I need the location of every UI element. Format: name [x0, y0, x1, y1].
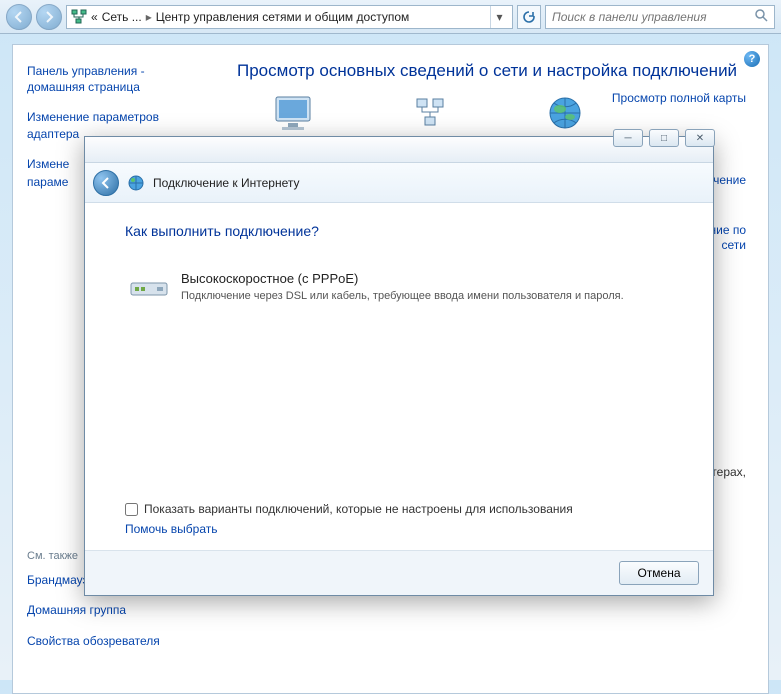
breadcrumb-prefix: « — [91, 10, 98, 24]
dialog-footer-area: Показать варианты подключений, которые н… — [85, 498, 713, 550]
address-dropdown[interactable]: ▾ — [490, 6, 508, 28]
address-bar[interactable]: « Сеть ... ▸ Центр управления сетями и о… — [66, 5, 513, 29]
search-box[interactable] — [545, 5, 775, 29]
connect-dialog: ─ □ ✕ Подключение к Интернету Как выполн… — [84, 136, 714, 596]
sidebar-link-homegroup[interactable]: Домашняя группа — [27, 602, 199, 618]
search-icon — [754, 8, 768, 25]
bg-link-partial[interactable]: сети — [722, 238, 746, 252]
bg-text-partial: терах, — [711, 465, 746, 479]
refresh-button[interactable] — [517, 5, 541, 29]
dialog-button-bar: Отмена — [85, 550, 713, 595]
nav-bar: « Сеть ... ▸ Центр управления сетями и о… — [0, 0, 781, 34]
network-device-icon — [409, 95, 451, 131]
nav-forward-button[interactable] — [36, 4, 62, 30]
dialog-question: Как выполнить подключение? — [125, 223, 673, 239]
maximize-button[interactable]: □ — [649, 129, 679, 147]
window-controls: ─ □ ✕ — [613, 129, 715, 147]
monitor-icon — [272, 95, 314, 131]
option-pppoe[interactable]: Высокоскоростное (с PPPoE) Подключение ч… — [125, 265, 673, 310]
show-options-checkbox-row[interactable]: Показать варианты подключений, которые н… — [125, 502, 673, 516]
dialog-title-text: Подключение к Интернету — [153, 176, 300, 190]
minimize-button[interactable]: ─ — [613, 129, 643, 147]
dialog-titlebar: ─ □ ✕ — [85, 137, 713, 163]
breadcrumb-item[interactable]: Сеть ... — [102, 10, 142, 24]
nav-back-button[interactable] — [6, 4, 32, 30]
help-choose-link[interactable]: Помочь выбрать — [125, 522, 218, 536]
cancel-button[interactable]: Отмена — [619, 561, 699, 585]
network-icon — [71, 9, 87, 25]
internet-connection-icon — [127, 174, 145, 192]
sidebar-home-link[interactable]: Панель управления - домашняя страница — [27, 63, 199, 95]
dialog-back-button[interactable] — [93, 170, 119, 196]
sidebar-link-browser[interactable]: Свойства обозревателя — [27, 633, 199, 649]
breadcrumb-separator: ▸ — [146, 10, 152, 24]
breadcrumb-item[interactable]: Центр управления сетями и общим доступом — [156, 10, 410, 24]
checkbox-label: Показать варианты подключений, которые н… — [144, 502, 573, 516]
modem-icon — [129, 275, 169, 299]
globe-icon — [544, 95, 586, 131]
bg-link-partial[interactable]: ние по — [709, 223, 746, 237]
search-input[interactable] — [552, 10, 748, 24]
page-title: Просмотр основных сведений о сети и наст… — [237, 61, 744, 81]
option-description: Подключение через DSL или кабель, требую… — [181, 289, 624, 304]
dialog-header: Подключение к Интернету — [85, 163, 713, 203]
show-options-checkbox[interactable] — [125, 503, 138, 516]
option-title: Высокоскоростное (с PPPoE) — [181, 271, 624, 286]
dialog-body: Как выполнить подключение? Высокоскорост… — [85, 203, 713, 498]
close-button[interactable]: ✕ — [685, 129, 715, 147]
view-full-map-link[interactable]: Просмотр полной карты — [612, 91, 746, 105]
